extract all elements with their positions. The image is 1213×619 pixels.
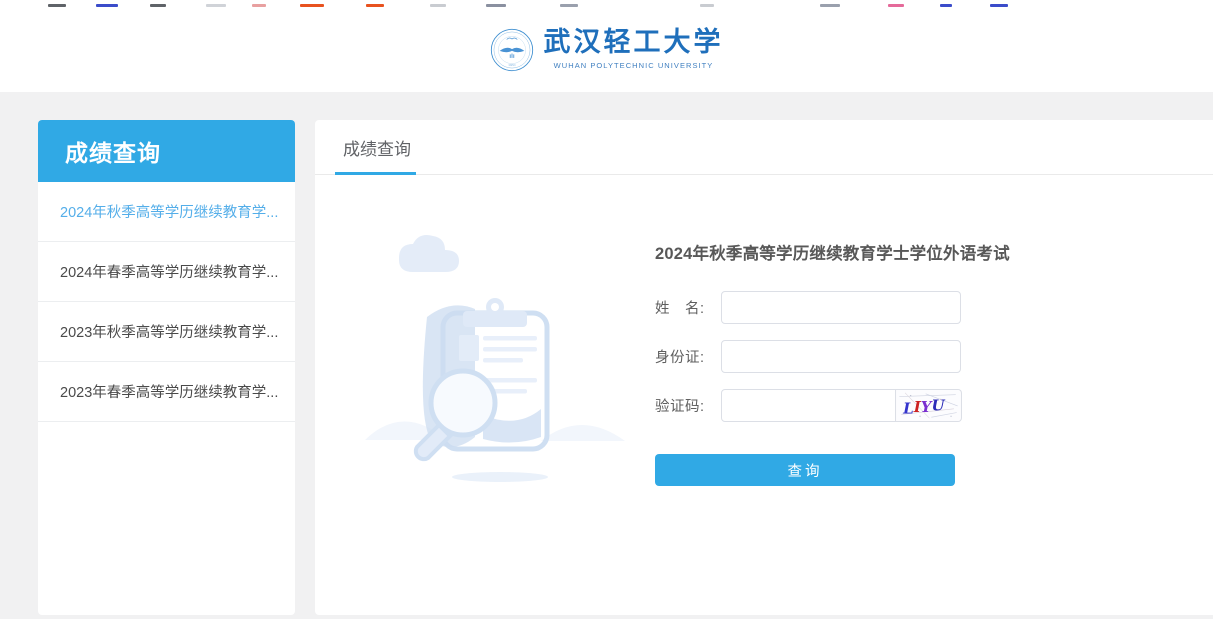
id-card-label: 身份证:: [655, 346, 721, 367]
university-name-en: WUHAN POLYTECHNIC UNIVERSITY: [554, 61, 714, 70]
name-field[interactable]: [721, 291, 961, 324]
id-card-row: 身份证:: [655, 340, 1135, 373]
tab-score-query[interactable]: 成绩查询: [335, 120, 419, 175]
captcha-row: 验证码: LIYU: [655, 389, 1135, 422]
captcha-text: LIYU: [902, 397, 945, 418]
sidebar-title: 成绩查询: [38, 120, 295, 182]
university-wordmark: 武汉轻工大学 WUHAN POLYTECHNIC UNIVERSITY: [544, 29, 724, 69]
clipboard-magnifier-search-illustration: [355, 225, 635, 495]
university-logo: 1951 武汉轻工大学 WUHAN POLYTECHNIC UNIVERSITY: [490, 28, 724, 72]
sidebar-item-exam-2023-autumn[interactable]: 2023年秋季高等学历继续教育学...: [38, 302, 295, 362]
site-header: 1951 武汉轻工大学 WUHAN POLYTECHNIC UNIVERSITY: [0, 7, 1213, 92]
sidebar: 成绩查询 2024年秋季高等学历继续教育学... 2024年春季高等学历继续教育…: [38, 120, 295, 615]
name-row: 姓 名:: [655, 291, 1135, 324]
page-body: 成绩查询 2024年秋季高等学历继续教育学... 2024年春季高等学历继续教育…: [0, 92, 1213, 619]
main-panel: 成绩查询 2024年秋季高等学: [315, 120, 1213, 615]
tab-active-indicator: [335, 172, 416, 175]
captcha-label: 验证码:: [655, 395, 721, 416]
sidebar-item-exam-2024-spring[interactable]: 2024年春季高等学历继续教育学...: [38, 242, 295, 302]
browser-chrome-sliver: [0, 0, 1213, 7]
sidebar-item-exam-2024-autumn[interactable]: 2024年秋季高等学历继续教育学...: [38, 182, 295, 242]
sidebar-item-exam-2023-spring[interactable]: 2023年春季高等学历继续教育学...: [38, 362, 295, 422]
form-title: 2024年秋季高等学历继续教育学士学位外语考试: [655, 240, 1135, 264]
tab-bar: 成绩查询: [315, 120, 1213, 175]
captcha-image[interactable]: LIYU: [896, 389, 962, 422]
svg-text:1951: 1951: [508, 62, 516, 66]
score-query-form: 2024年秋季高等学历继续教育学士学位外语考试 姓 名: 身份证: 验证码:: [655, 240, 1135, 486]
captcha-field[interactable]: [721, 389, 896, 422]
id-card-field[interactable]: [721, 340, 961, 373]
name-label: 姓 名:: [655, 297, 721, 318]
university-name-cn: 武汉轻工大学: [544, 29, 724, 57]
submit-query-button[interactable]: 查询: [655, 454, 955, 486]
university-seal-icon: 1951: [490, 28, 534, 72]
